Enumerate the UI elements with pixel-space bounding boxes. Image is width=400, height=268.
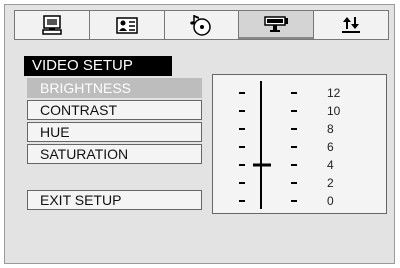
scale-label: 8 bbox=[327, 122, 334, 136]
scale-label: 2 bbox=[327, 176, 334, 190]
menu-title: VIDEO SETUP bbox=[24, 56, 172, 76]
scale-label: 10 bbox=[327, 104, 341, 118]
monitor-icon bbox=[42, 15, 62, 35]
tab-language[interactable] bbox=[89, 11, 165, 39]
tab-preferences[interactable] bbox=[314, 11, 388, 39]
video-camera-icon bbox=[264, 16, 289, 32]
tab-video[interactable] bbox=[239, 11, 315, 39]
tab-general[interactable] bbox=[15, 11, 90, 39]
slider-scale-graphic bbox=[239, 81, 297, 209]
tab-audio[interactable] bbox=[164, 11, 240, 39]
setup-tabbar bbox=[14, 10, 389, 40]
menu-item-contrast[interactable]: CONTRAST bbox=[27, 100, 202, 120]
scale-label: 4 bbox=[327, 158, 334, 172]
scale-label: 0 bbox=[327, 194, 334, 208]
scale-label: 6 bbox=[327, 140, 334, 154]
scale-label: 12 bbox=[327, 86, 341, 100]
menu-item-brightness[interactable]: BRIGHTNESS bbox=[27, 78, 202, 98]
brightness-slider-panel[interactable]: 12 10 8 6 4 2 0 bbox=[212, 74, 387, 214]
menu-item-hue[interactable]: HUE bbox=[27, 122, 202, 142]
slider-knob[interactable] bbox=[253, 163, 271, 167]
menu-item-saturation[interactable]: SATURATION bbox=[27, 144, 202, 164]
sort-arrows-icon bbox=[342, 17, 361, 33]
exit-setup-button[interactable]: EXIT SETUP bbox=[27, 190, 202, 210]
language-card-icon bbox=[115, 17, 138, 34]
audio-disc-icon bbox=[190, 15, 212, 36]
